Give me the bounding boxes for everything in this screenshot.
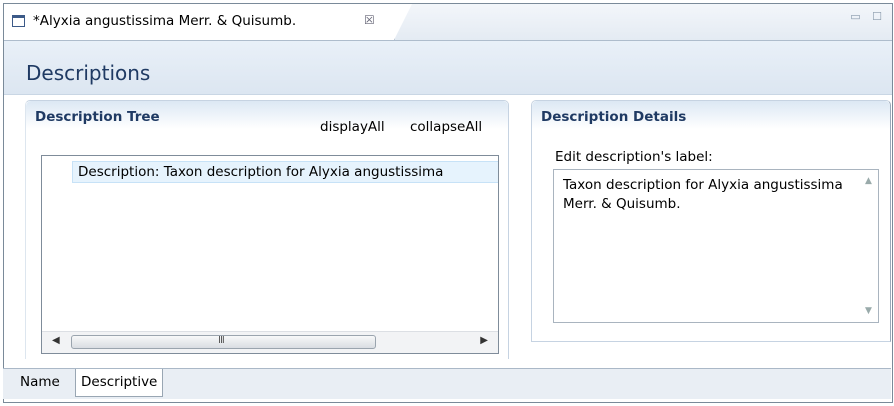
- minimize-icon[interactable]: ▭: [850, 10, 864, 23]
- window-controls: ▭ ☐: [850, 10, 886, 23]
- tree-item-description[interactable]: Description: Taxon description for Alyxi…: [72, 161, 498, 183]
- description-details-header: Description Details: [532, 101, 890, 129]
- scroll-down-icon[interactable]: ▼: [865, 306, 872, 316]
- tab-name[interactable]: Name: [15, 369, 65, 397]
- scrollbar-grip-icon: III: [218, 335, 225, 346]
- description-label-value: Taxon description for Alyxia angustissim…: [563, 177, 843, 212]
- form-header: Descriptions: [4, 41, 892, 95]
- tab-descriptive[interactable]: Descriptive: [75, 369, 164, 397]
- description-tree[interactable]: Description: Taxon description for Alyxi…: [41, 155, 499, 354]
- editor-tab-title: *Alyxia angustissima Merr. & Quisumb.: [33, 13, 297, 29]
- description-tree-title: Description Tree: [35, 109, 160, 125]
- horizontal-scrollbar[interactable]: ◀ III ▶: [42, 331, 498, 353]
- bottom-tab-bar: Name Descriptive: [3, 368, 891, 399]
- collapse-all-link[interactable]: collapseAll: [410, 119, 482, 135]
- editor-tab-bar: *Alyxia angustissima Merr. & Quisumb. ☒ …: [4, 4, 892, 41]
- vertical-scrollbar[interactable]: ▲ ▼: [861, 170, 878, 322]
- editor-window-icon: [12, 15, 25, 27]
- display-all-link[interactable]: displayAll: [320, 119, 385, 135]
- page-title: Descriptions: [26, 61, 151, 85]
- close-icon[interactable]: ☒: [364, 13, 375, 27]
- scrollbar-thumb[interactable]: III: [71, 335, 376, 349]
- scroll-right-icon[interactable]: ▶: [480, 335, 488, 346]
- scroll-left-icon[interactable]: ◀: [52, 335, 60, 346]
- description-details-title: Description Details: [541, 109, 687, 125]
- scroll-up-icon[interactable]: ▲: [865, 176, 872, 186]
- edit-label-caption: Edit description's label:: [555, 149, 713, 165]
- editor-tab[interactable]: *Alyxia angustissima Merr. & Quisumb. ☒: [4, 4, 412, 40]
- maximize-icon[interactable]: ☐: [872, 10, 886, 23]
- description-label-textarea[interactable]: Taxon description for Alyxia angustissim…: [553, 169, 879, 323]
